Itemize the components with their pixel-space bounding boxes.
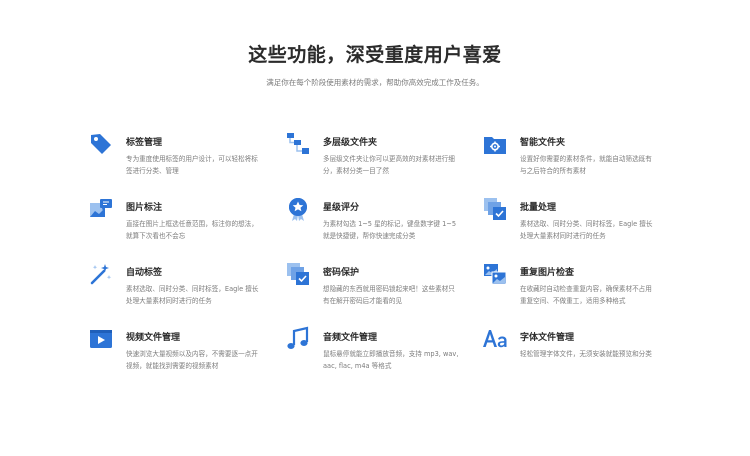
feature-title: 自动标签 [126,268,163,278]
feature-description: 快速浏览大量视频以及内容，不需要逐一点开视频，就能找到需要的视频素材 [126,350,258,370]
feature-title: 图片标注 [126,203,163,213]
folder-tree-icon [285,131,311,157]
image-annotation-icon [88,196,114,222]
feature-description: 设置好你需要的素材条件，就能自动筛选既有与之后符合的所有素材 [520,155,652,175]
feature-item-font-management: 字体文件管理 轻松管理字体文件，无须安装就能预览和分类 [482,323,679,388]
feature-grid: 标签管理 专为重度使用标签的用户设计，可以轻松将标签进行分类、管理 多层级文件夹… [88,128,688,388]
feature-description: 鼠标悬停就能立即播放音频，支持 mp3, wav, aac, flac, m4a… [323,350,459,370]
feature-title: 标签管理 [126,138,163,148]
smart-folder-icon [482,131,508,157]
feature-description: 素材选取、同时分类、同时标签，Eagle 擅长处理大量素材同时进行的任务 [520,220,653,240]
feature-item-audio-management: 音频文件管理 鼠标悬停就能立即播放音频，支持 mp3, wav, aac, fl… [285,323,482,388]
feature-title: 智能文件夹 [520,138,566,148]
font-icon [482,326,508,352]
feature-title: 重复图片检查 [520,268,575,278]
feature-item-multilevel-folder: 多层级文件夹 多层级文件夹让你可以更高效的对素材进行细分，素材分类一目了然 [285,128,482,193]
feature-description: 轻松管理字体文件，无须安装就能预览和分类 [520,350,652,358]
feature-description: 素材选取、同时分类、同时标签，Eagle 擅长处理大量素材同时进行的任务 [126,285,259,305]
feature-title: 多层级文件夹 [323,138,378,148]
feature-title: 密码保护 [323,268,360,278]
batch-process-icon [482,196,508,222]
music-note-icon [285,326,311,352]
feature-description: 专为重度使用标签的用户设计，可以轻松将标签进行分类、管理 [126,155,258,175]
feature-title: 星级评分 [323,203,360,213]
feature-item-duplicate-check: 重复图片检查 在收藏时自动检查重复内容，确保素材不占用重复空间、不做重工，适用多… [482,258,679,323]
feature-title: 字体文件管理 [520,333,575,343]
feature-title: 音频文件管理 [323,333,378,343]
feature-item-batch-processing: 批量处理 素材选取、同时分类、同时标签，Eagle 擅长处理大量素材同时进行的任… [482,193,679,258]
feature-item-star-rating: 星级评分 为素材勾选 1~5 星的标记，键盘数字键 1~5 就是快捷键，帮你快速… [285,193,482,258]
video-file-icon [88,326,114,352]
tag-icon [88,131,114,157]
feature-item-smart-folder: 智能文件夹 设置好你需要的素材条件，就能自动筛选既有与之后符合的所有素材 [482,128,679,193]
page-subtitle: 满足你在每个阶段使用素材的需求，帮助你高效完成工作及任务。 [266,78,484,87]
feature-item-password-protection: 密码保护 想隐藏的东西就用密码锁起来吧！这些素材只有在解开密码后才能看的见 [285,258,482,323]
feature-description: 在收藏时自动检查重复内容，确保素材不占用重复空间、不做重工，适用多种格式 [520,285,652,305]
feature-item-image-annotation: 图片标注 直接在图片上框选任意范围，标注你的想法，就算下次看也不会忘 [88,193,285,258]
feature-description: 为素材勾选 1~5 星的标记，键盘数字键 1~5 就是快捷键，帮你快速完成分类 [323,220,457,240]
feature-description: 直接在图片上框选任意范围，标注你的想法，就算下次看也不会忘 [126,220,258,240]
feature-item-tag-management: 标签管理 专为重度使用标签的用户设计，可以轻松将标签进行分类、管理 [88,128,285,193]
duplicate-images-icon [482,261,508,287]
magic-wand-icon [88,261,114,287]
feature-description: 想隐藏的东西就用密码锁起来吧！这些素材只有在解开密码后才能看的见 [323,285,455,305]
feature-item-auto-tag: 自动标签 素材选取、同时分类、同时标签，Eagle 擅长处理大量素材同时进行的任… [88,258,285,323]
feature-title: 视频文件管理 [126,333,181,343]
feature-title: 批量处理 [520,203,557,213]
feature-description: 多层级文件夹让你可以更高效的对素材进行细分，素材分类一目了然 [323,155,455,175]
lock-folder-icon [285,261,311,287]
star-badge-icon [285,196,311,222]
feature-item-video-management: 视频文件管理 快速浏览大量视频以及内容，不需要逐一点开视频，就能找到需要的视频素… [88,323,285,388]
page-title: 这些功能，深受重度用户喜爱 [248,44,502,66]
